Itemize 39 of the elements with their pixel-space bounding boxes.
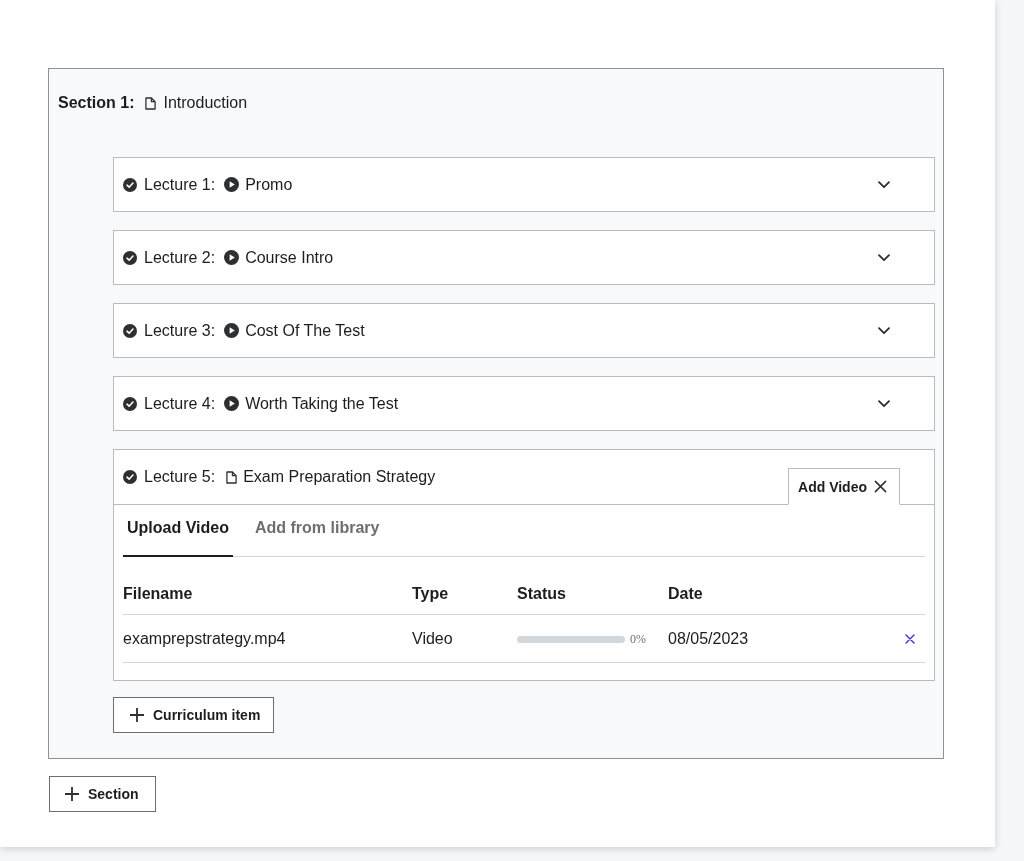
lecture-title: Exam Preparation Strategy [243,468,436,486]
lecture-label: Lecture 5: [144,468,216,486]
lecture-label: Lecture 4: [144,394,216,413]
plus-icon [64,786,80,802]
column-header: Type [412,584,450,604]
play-circle-icon [224,323,240,338]
chevron-down-icon[interactable] [878,326,890,335]
plus-icon [129,707,145,723]
close-icon[interactable] [874,480,887,493]
table-cell-text: examprepstrategy.mp4 [123,629,287,649]
file-icon [145,96,157,110]
lecture-title: Promo [245,175,293,194]
progress-percent: 0% [630,631,646,648]
file-icon [226,470,238,484]
column-header: Filename [123,584,194,604]
lecture-label: Lecture 2: [144,248,216,267]
add-video-title: Add Video [798,478,867,495]
lecture-label: Lecture 1: [144,175,216,194]
add-curriculum-item-button[interactable]: Curriculum item [113,697,275,733]
column-header: Status [517,584,567,604]
chevron-down-icon[interactable] [878,253,890,262]
section-label: Section 1: [58,94,135,112]
lecture-title: Course Intro [245,248,334,267]
close-icon[interactable] [905,634,915,644]
tab[interactable]: Upload Video [123,505,233,557]
play-circle-icon [224,396,240,411]
table-cell-text: Video [412,629,454,649]
chevron-down-icon[interactable] [878,399,890,408]
tab[interactable]: Add from library [250,505,384,557]
lecture-label: Lecture 3: [144,321,216,340]
play-circle-icon [224,250,240,265]
lecture-title: Worth Taking the Test [245,394,399,413]
lecture-title: Cost Of The Test [245,321,365,340]
column-header: Date [668,584,704,604]
add-section-button[interactable]: Section [49,776,156,812]
chevron-down-icon[interactable] [878,180,890,189]
table-cell-text: 08/05/2023 [668,629,750,649]
play-circle-icon [224,177,240,192]
section-title: Introduction [163,94,248,112]
